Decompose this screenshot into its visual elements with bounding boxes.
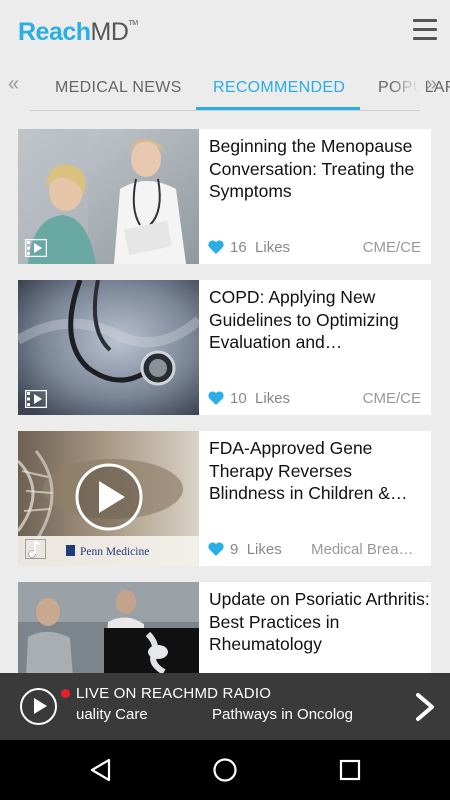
- chevron-right-icon[interactable]: [412, 692, 438, 722]
- likes-count: 9: [230, 541, 239, 558]
- heart-icon: [208, 542, 224, 556]
- article-card-2[interactable]: COPD: Applying New Guidelines to Optimiz…: [18, 280, 431, 415]
- likes-count: 10: [230, 390, 247, 407]
- recents-square-icon[interactable]: [338, 757, 362, 783]
- back-triangle-icon[interactable]: [88, 757, 112, 783]
- video-icon: [25, 239, 47, 257]
- reachmd-logo[interactable]: ReachMDTM: [18, 18, 138, 47]
- audio-icon: [25, 539, 46, 559]
- article-thumbnail-2: [18, 280, 199, 415]
- likes-2[interactable]: 10 Likes: [208, 390, 290, 407]
- article-card-3[interactable]: Penn Medicine FDA-Approved Gene Therapy …: [18, 431, 431, 566]
- ticker-item: uality Care: [76, 706, 148, 723]
- tab-medical-news[interactable]: MEDICAL NEWS: [55, 79, 182, 97]
- radio-play-icon[interactable]: [20, 688, 57, 725]
- radio-ticker[interactable]: uality Care Pathways in Oncolog: [76, 706, 358, 726]
- tab-recommended[interactable]: RECOMMENDED: [213, 79, 345, 97]
- app-header: ReachMDTM: [0, 0, 450, 62]
- article-title-1: Beginning the Menopause Conversation: Tr…: [209, 136, 415, 201]
- tab-fade-overlay: [390, 62, 426, 110]
- active-tab-indicator: [196, 107, 360, 110]
- article-title-2: COPD: Applying New Guidelines to Optimiz…: [209, 287, 399, 352]
- logo-md: MD: [90, 18, 129, 46]
- ticker-item: Pathways in Oncolog: [212, 706, 353, 723]
- article-card-1[interactable]: Beginning the Menopause Conversation: Tr…: [18, 129, 431, 264]
- live-radio-bar: LIVE ON REACHMD RADIO uality Care Pathwa…: [0, 673, 450, 740]
- double-chevron-right-icon[interactable]: »: [426, 73, 437, 96]
- likes-count: 16: [230, 239, 247, 256]
- article-category-3: Medical Breakthroughs: [311, 541, 421, 558]
- likes-label: Likes: [255, 239, 291, 256]
- double-chevron-left-icon[interactable]: «: [8, 73, 19, 96]
- system-nav-bar: [0, 740, 450, 800]
- article-category-2: CME/CE: [362, 390, 421, 407]
- likes-3[interactable]: 9 Likes: [208, 541, 282, 558]
- hamburger-menu-icon[interactable]: [413, 19, 437, 41]
- likes-label: Likes: [246, 541, 282, 558]
- article-thumbnail-3: Penn Medicine: [18, 431, 199, 566]
- live-indicator-dot: [61, 689, 70, 698]
- sponsor-logo-text: Penn Medicine: [80, 546, 149, 558]
- article-category-1: CME/CE: [362, 239, 421, 256]
- article-title-4: Update on Psoriatic Arthritis: Best Prac…: [209, 589, 430, 654]
- tab-divider: [30, 110, 420, 111]
- logo-reach: Reach: [18, 18, 91, 46]
- article-title-3: FDA-Approved Gene Therapy Reverses Blind…: [209, 438, 390, 503]
- category-tabbar: « MEDICAL NEWS RECOMMENDED POPULAR »: [0, 62, 450, 112]
- likes-1[interactable]: 16 Likes: [208, 239, 290, 256]
- heart-icon: [208, 240, 224, 254]
- likes-label: Likes: [255, 390, 291, 407]
- live-radio-label[interactable]: LIVE ON REACHMD RADIO: [76, 685, 271, 702]
- logo-tm: TM: [128, 20, 138, 27]
- heart-icon: [208, 391, 224, 405]
- article-thumbnail-1: [18, 129, 199, 264]
- home-circle-icon[interactable]: [212, 757, 238, 783]
- video-icon: [25, 390, 47, 408]
